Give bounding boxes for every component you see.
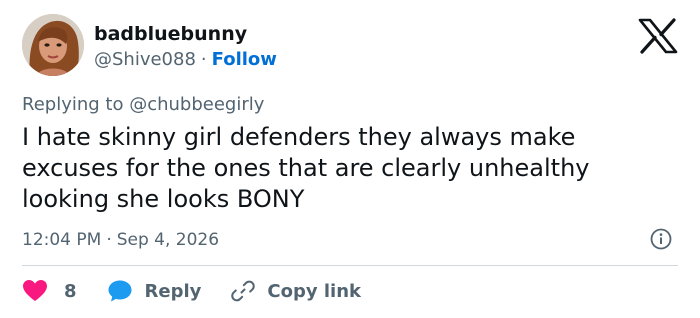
tweet-card: badbluebunny @Shive088 · Follow Replying t…: [0, 0, 700, 318]
action-bar: 8 Reply Copy link: [22, 277, 361, 305]
separator-dot: ·: [106, 230, 112, 250]
tweet-date: Sep 4, 2026: [116, 230, 220, 250]
handle-row: @Shive088 · Follow: [94, 48, 277, 72]
separator-dot: ·: [200, 49, 207, 70]
follow-button[interactable]: Follow: [212, 49, 277, 70]
like-button[interactable]: 8: [22, 279, 77, 303]
avatar[interactable]: [22, 14, 84, 76]
copy-link-label: Copy link: [267, 280, 361, 302]
replying-to-text[interactable]: Replying to @chubbeegirly: [22, 93, 264, 117]
reply-bubble-icon: [108, 280, 132, 302]
copy-link-button[interactable]: Copy link: [231, 279, 361, 303]
timestamp[interactable]: 12:04 PM · Sep 4, 2026: [22, 228, 219, 252]
like-count: 8: [64, 280, 77, 302]
reply-label: Reply: [144, 280, 202, 302]
x-logo-icon[interactable]: [638, 18, 678, 54]
info-icon[interactable]: [650, 228, 672, 250]
display-name[interactable]: badbluebunny: [94, 22, 247, 46]
reply-button[interactable]: Reply: [107, 279, 202, 303]
profile-photo-icon: [22, 14, 84, 76]
link-icon: [231, 280, 256, 302]
tweet-text: I hate skinny girl defenders they always…: [22, 123, 590, 213]
tweet-time: 12:04 PM: [22, 230, 102, 250]
divider: [22, 265, 678, 266]
user-handle[interactable]: @Shive088: [94, 49, 196, 70]
heart-icon: [23, 280, 47, 301]
